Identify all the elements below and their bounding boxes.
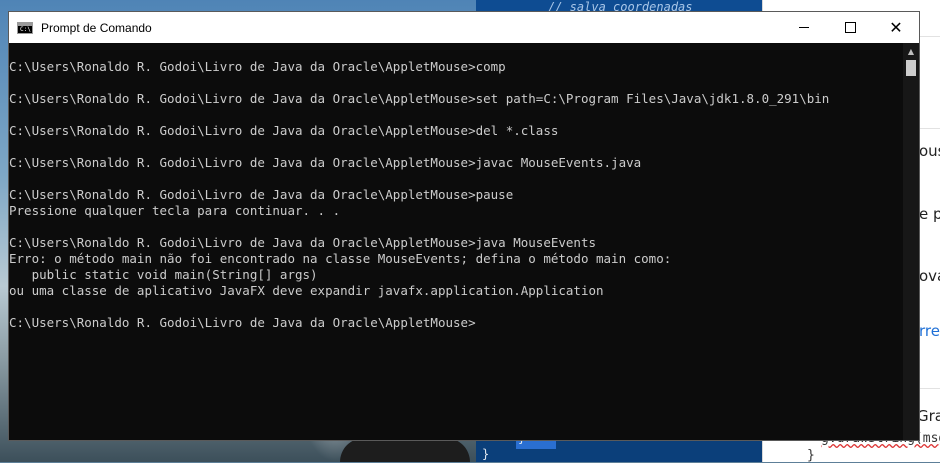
maximize-button[interactable] (827, 12, 873, 43)
console-line: C:\Users\Ronaldo R. Godoi\Livro de Java … (9, 187, 514, 202)
console-area[interactable]: C:\Users\Ronaldo R. Godoi\Livro de Java … (9, 43, 903, 440)
console-line: public static void main(String[] args) (9, 267, 318, 282)
console-line: ou uma classe de aplicativo JavaFX deve … (9, 283, 604, 298)
scroll-thumb[interactable] (906, 60, 916, 76)
title-bar[interactable]: C:\ Prompt de Comando ✕ (9, 12, 919, 43)
panel-code-fragment: } (807, 448, 815, 463)
console-line: C:\Users\Ronaldo R. Godoi\Livro de Java … (9, 155, 642, 170)
console-line: Erro: o método main não foi encontrado n… (9, 251, 672, 266)
wallpaper-rock (340, 438, 470, 462)
console-output: C:\Users\Ronaldo R. Godoi\Livro de Java … (9, 43, 903, 331)
console-line: C:\Users\Ronaldo R. Godoi\Livro de Java … (9, 91, 830, 106)
console-line: Pressione qualquer tecla para continuar.… (9, 203, 341, 218)
console-line: C:\Users\Ronaldo R. Godoi\Livro de Java … (9, 59, 506, 74)
minimize-icon (799, 27, 809, 28)
vertical-scrollbar[interactable]: ▲ (903, 43, 919, 440)
cmd-icon: C:\ (17, 21, 33, 34)
maximize-icon (844, 22, 856, 33)
panel-text-fragment: e p (919, 205, 940, 223)
command-prompt-window[interactable]: C:\ Prompt de Comando ✕ C:\Users\Ronaldo… (8, 11, 920, 441)
editor-brace: } (482, 447, 490, 461)
console-line: C:\Users\Ronaldo R. Godoi\Livro de Java … (9, 235, 596, 250)
close-icon: ✕ (889, 17, 903, 37)
panel-link-fragment[interactable]: rren (919, 322, 940, 340)
window-title: Prompt de Comando (41, 20, 152, 35)
console-line: C:\Users\Ronaldo R. Godoi\Livro de Java … (9, 315, 476, 330)
panel-text-fragment: Gra (917, 407, 940, 425)
panel-text-fragment: ous (919, 142, 940, 160)
scroll-up-arrow-icon[interactable]: ▲ (903, 43, 919, 59)
close-button[interactable]: ✕ (873, 12, 919, 43)
panel-text-fragment: ova (919, 267, 940, 285)
minimize-button[interactable] (781, 12, 827, 43)
console-line: C:\Users\Ronaldo R. Godoi\Livro de Java … (9, 123, 559, 138)
